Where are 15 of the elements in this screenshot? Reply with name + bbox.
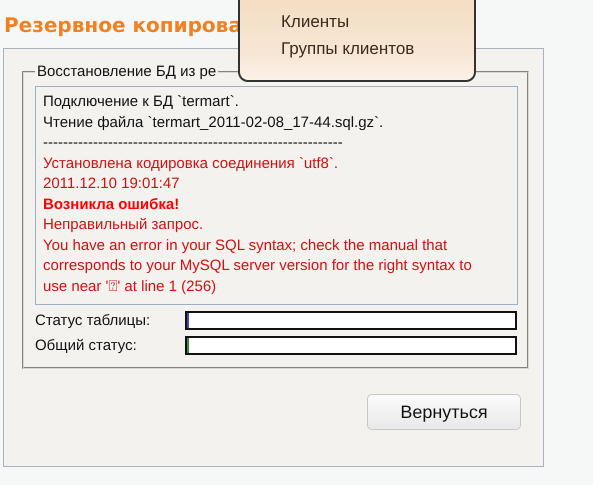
log-line: Установлена кодировка соединения `utf8`. bbox=[43, 154, 340, 174]
log-line: You have an error in your SQL syntax; check the manual that corresponds to your MySQL server version for the right syntax to use near '⍰' at line 1 (256) bbox=[43, 236, 473, 296]
log-line: Неправильный запрос. bbox=[43, 215, 204, 235]
menu-item[interactable]: Клиенты bbox=[281, 8, 474, 35]
log-line: Возникла ошибка! bbox=[43, 194, 180, 214]
log-line: Чтение файла `termart_2011-02-08_17-44.sql.gz`. bbox=[43, 112, 384, 132]
progress-label: Общий статус: bbox=[35, 337, 138, 354]
page-title: Резервное копирова bbox=[4, 12, 242, 38]
log-line: ------------------------------------------------------------ bbox=[43, 133, 344, 153]
menu-item[interactable]: Группы клиентов bbox=[281, 35, 474, 62]
fieldset-legend: Восстановление БД из ре bbox=[35, 63, 218, 80]
log-line: Подключение к БД `termart`. bbox=[43, 92, 240, 112]
log-line: 2011.12.10 19:01:47 bbox=[43, 174, 181, 194]
progress-label: Статус таблицы: bbox=[35, 312, 152, 329]
back-button[interactable]: Вернуться bbox=[367, 394, 521, 430]
